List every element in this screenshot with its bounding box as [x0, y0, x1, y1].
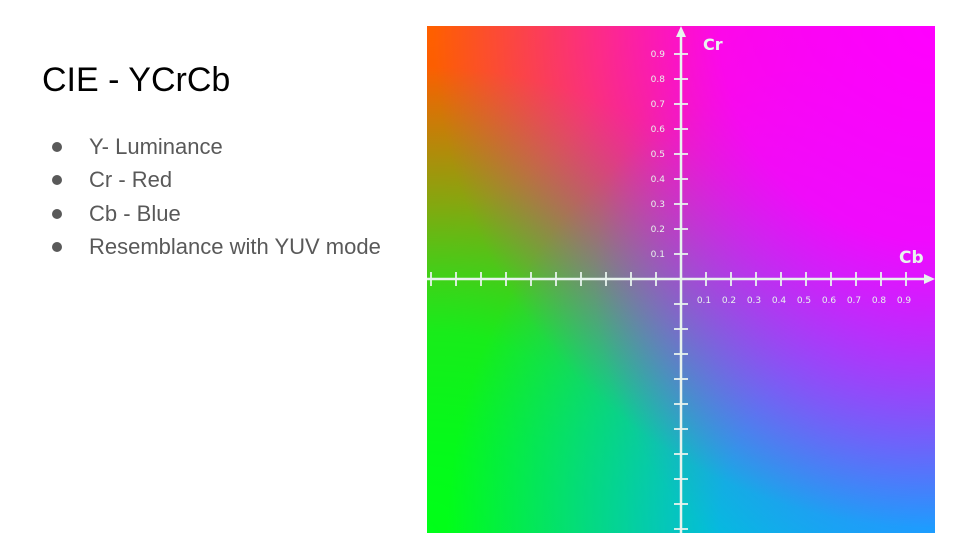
cb-axis-label: Cb — [899, 248, 924, 268]
tick-label: 0.3 — [747, 296, 761, 306]
tick-label: 0.3 — [651, 200, 665, 210]
cb-axis-arrow-icon — [924, 274, 935, 284]
tick-label: 0.4 — [651, 175, 666, 185]
bullet-text: Cb - Blue — [89, 200, 181, 226]
tick-label: 0.9 — [651, 50, 666, 60]
bullet-item: Cb - Blue — [52, 197, 381, 231]
tick-label: 0.8 — [651, 75, 666, 85]
bullet-text: Cr - Red — [89, 167, 173, 193]
axis-tick-labels: 0.9 0.8 0.7 0.6 0.5 0.4 0.3 0.2 0.1 0.1 0.2 0.3 0.4 0… — [651, 50, 912, 306]
tick-label: 0.5 — [797, 296, 811, 306]
tick-label: 0.6 — [822, 296, 837, 306]
bullet-text: Y- Luminance — [89, 133, 223, 159]
tick-label: 0.1 — [697, 296, 711, 306]
bullet-item: Resemblance with YUV mode — [52, 231, 381, 265]
bullet-text: Resemblance with YUV mode — [89, 234, 381, 260]
bullet-item: Cr - Red — [52, 164, 381, 198]
bullet-dot-icon — [52, 141, 62, 152]
tick-label: 0.7 — [847, 296, 861, 306]
bullet-dot-icon — [52, 175, 62, 186]
tick-label: 0.6 — [651, 125, 666, 135]
tick-label: 0.9 — [897, 296, 912, 306]
slide-title: CIE - YCrCb — [42, 61, 231, 99]
cbcr-color-plane: Cr Cb 0.9 0.8 0.7 0.6 0.5 0.4 0.3 0.2 0.1 0.1 0.2 0… — [427, 26, 935, 533]
bullet-item: Y- Luminance — [52, 130, 381, 164]
slide: CIE - YCrCb Y- Luminance Cr - Red Cb - B… — [0, 0, 960, 540]
tick-label: 0.8 — [872, 296, 887, 306]
bullet-dot-icon — [52, 208, 62, 219]
cr-axis-label: Cr — [703, 35, 723, 54]
axis-ticks — [430, 53, 907, 530]
tick-label: 0.7 — [651, 100, 665, 110]
tick-label: 0.2 — [722, 296, 736, 306]
cbcr-axes: Cr Cb 0.90.80.70.60.50.40.30.20.10.1 0.2 0… — [427, 26, 935, 533]
tick-label: 0.1 — [651, 250, 665, 260]
tick-label: 0.5 — [651, 150, 665, 160]
bullet-dot-icon — [52, 242, 62, 253]
bullet-list: Y- Luminance Cr - Red Cb - Blue Resembla… — [52, 130, 381, 264]
tick-label: 0.4 — [772, 296, 787, 306]
tick-label: 0.2 — [651, 225, 665, 235]
cr-axis-arrow-icon — [676, 26, 686, 37]
